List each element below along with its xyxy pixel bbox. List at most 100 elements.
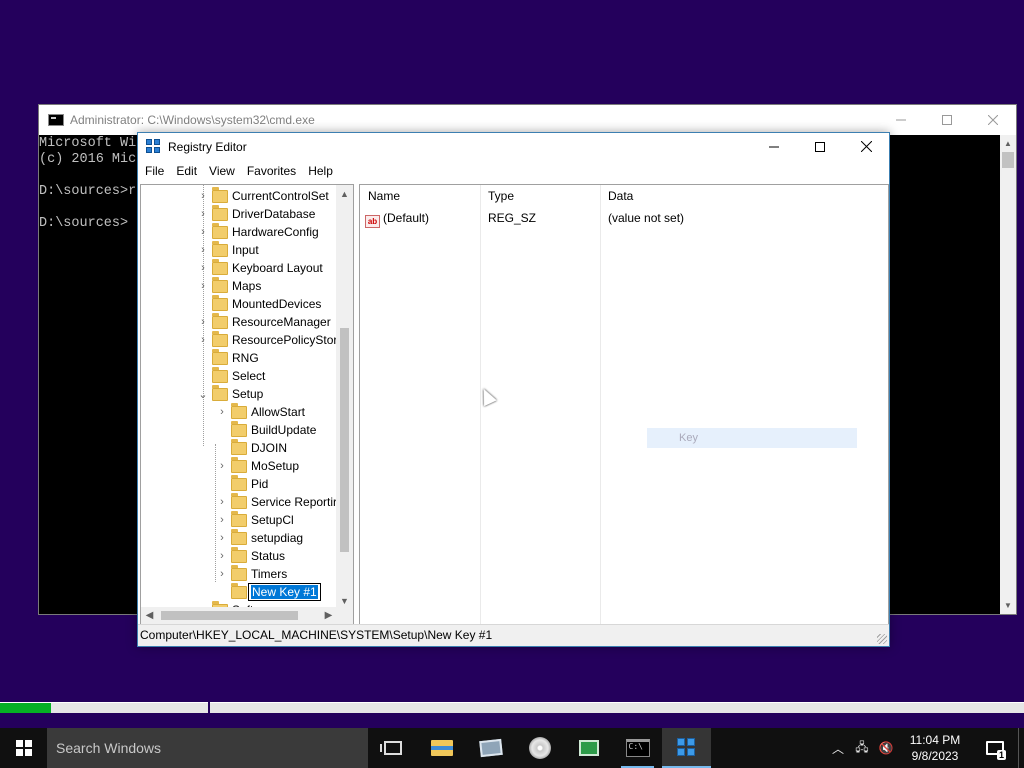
expand-chevron-icon[interactable]: › bbox=[216, 406, 228, 418]
tree-item[interactable]: › Status bbox=[216, 546, 285, 565]
action-center-button[interactable]: 1 bbox=[972, 728, 1018, 768]
tree-item[interactable]: Select bbox=[197, 366, 265, 385]
scroll-up-icon[interactable]: ▲ bbox=[1000, 135, 1016, 152]
tree-item[interactable]: › ResourcePolicyStor bbox=[197, 330, 337, 349]
cmd-minimize-button[interactable] bbox=[878, 105, 924, 135]
regedit-titlebar[interactable]: Registry Editor bbox=[138, 133, 889, 160]
task-view-button[interactable] bbox=[368, 728, 417, 768]
scroll-thumb[interactable] bbox=[1002, 152, 1014, 168]
tree-item[interactable]: › Timers bbox=[216, 564, 287, 583]
tree-item[interactable]: ⌄ Setup bbox=[197, 384, 263, 403]
expand-chevron-icon[interactable]: › bbox=[197, 262, 209, 274]
column-separator[interactable] bbox=[480, 185, 481, 625]
tree-item[interactable]: › setupdiag bbox=[216, 528, 303, 547]
regedit-close-button[interactable] bbox=[843, 133, 889, 160]
scroll-right-icon[interactable]: ▶ bbox=[320, 607, 337, 624]
expand-chevron-icon[interactable]: › bbox=[197, 280, 209, 292]
tree-item-label: RNG bbox=[232, 351, 259, 365]
registry-values-list[interactable]: Name Type Data ab (Default) REG_SZ (value… bbox=[359, 184, 889, 625]
tree-item-editing[interactable]: New Key #1 bbox=[216, 582, 321, 601]
progress-fill bbox=[0, 703, 52, 713]
disc-app-button[interactable] bbox=[515, 728, 564, 768]
tree-item[interactable]: BuildUpdate bbox=[216, 420, 316, 439]
tree-item[interactable]: › HardwareConfig bbox=[197, 222, 319, 241]
image-app-button[interactable] bbox=[466, 728, 515, 768]
show-desktop-button[interactable] bbox=[1018, 728, 1024, 768]
column-header-data[interactable]: Data bbox=[600, 185, 800, 208]
file-explorer-button[interactable] bbox=[417, 728, 466, 768]
expand-chevron-icon[interactable]: › bbox=[216, 568, 228, 580]
menu-view[interactable]: View bbox=[203, 160, 241, 182]
resize-grip-icon[interactable] bbox=[877, 634, 887, 644]
tree-item[interactable]: › DriverDatabase bbox=[197, 204, 315, 223]
column-separator[interactable] bbox=[600, 185, 601, 625]
tree-item[interactable]: › Service Reportir bbox=[216, 492, 337, 511]
expand-chevron-icon[interactable]: › bbox=[216, 460, 228, 472]
taskbar-clock[interactable]: 11:04 PM 9/8/2023 bbox=[898, 732, 972, 764]
expand-chevron-icon[interactable]: › bbox=[216, 496, 228, 508]
tree-item[interactable]: › ResourceManager bbox=[197, 312, 331, 331]
tray-overflow-chevron-icon[interactable]: ︿ bbox=[826, 740, 850, 757]
cmd-maximize-button[interactable] bbox=[924, 105, 970, 135]
taskbar: Search Windows C:\ ︿ 🖧 🔇 11:04 PM 9/8/20… bbox=[0, 728, 1024, 768]
registry-key-tree[interactable]: › CurrentControlSet › DriverDatabase › Hardwa… bbox=[140, 184, 354, 625]
network-icon[interactable]: 🖧 bbox=[850, 738, 874, 759]
expand-chevron-icon[interactable]: › bbox=[197, 208, 209, 220]
tree-item-label: Maps bbox=[232, 279, 262, 293]
tree-item[interactable]: › AllowStart bbox=[216, 402, 305, 421]
tree-item[interactable]: › CurrentControlSet bbox=[197, 186, 329, 205]
drag-ghost: Key bbox=[647, 428, 857, 448]
start-button[interactable] bbox=[0, 728, 47, 768]
expand-chevron-icon[interactable]: › bbox=[197, 316, 209, 328]
tree-item[interactable]: › SetupCl bbox=[216, 510, 294, 529]
menu-favorites[interactable]: Favorites bbox=[241, 160, 302, 182]
tree-item[interactable]: MountedDevices bbox=[197, 294, 321, 313]
cmd-titlebar[interactable]: Administrator: C:\Windows\system32\cmd.e… bbox=[39, 105, 1016, 135]
tree-item[interactable]: › Input bbox=[197, 240, 259, 259]
regedit-maximize-button[interactable] bbox=[797, 133, 843, 160]
cmd-close-button[interactable] bbox=[970, 105, 1016, 135]
tree-item[interactable]: DJOIN bbox=[216, 438, 287, 457]
cmd-vertical-scrollbar[interactable]: ▲ ▼ bbox=[1000, 135, 1016, 614]
scroll-thumb[interactable] bbox=[161, 611, 298, 620]
tree-item[interactable]: RNG bbox=[197, 348, 259, 367]
taskbar-search-box[interactable]: Search Windows bbox=[47, 728, 368, 768]
folder-icon bbox=[212, 222, 228, 239]
green-app-button[interactable] bbox=[564, 728, 613, 768]
volume-muted-icon[interactable]: 🔇 bbox=[874, 741, 898, 755]
regedit-taskbar-button[interactable] bbox=[662, 728, 711, 768]
expand-chevron-icon[interactable]: › bbox=[216, 550, 228, 562]
column-header-type[interactable]: Type bbox=[480, 185, 600, 208]
scroll-left-icon[interactable]: ◀ bbox=[141, 607, 158, 624]
collapse-chevron-icon[interactable]: ⌄ bbox=[197, 388, 209, 401]
registry-editor-window[interactable]: Registry Editor File Edit View Favorites… bbox=[137, 132, 890, 647]
regedit-minimize-button[interactable] bbox=[751, 133, 797, 160]
folder-icon bbox=[231, 492, 247, 509]
scroll-thumb[interactable] bbox=[340, 328, 349, 552]
expand-chevron-icon[interactable]: › bbox=[197, 244, 209, 256]
cmd-taskbar-button[interactable]: C:\ bbox=[613, 728, 662, 768]
menu-help[interactable]: Help bbox=[302, 160, 339, 182]
expand-chevron-icon[interactable]: › bbox=[197, 190, 209, 202]
list-item[interactable]: ab (Default) REG_SZ (value not set) bbox=[360, 209, 888, 228]
column-header-name[interactable]: Name bbox=[360, 185, 480, 208]
menu-file[interactable]: File bbox=[139, 160, 170, 182]
tree-vertical-scrollbar[interactable]: ▲ ▼ bbox=[336, 185, 353, 609]
scroll-up-icon[interactable]: ▲ bbox=[336, 185, 353, 202]
tree-item-label: DJOIN bbox=[251, 441, 287, 455]
tree-item[interactable]: Pid bbox=[216, 474, 268, 493]
rename-key-input[interactable]: New Key #1 bbox=[248, 583, 321, 601]
tree-item[interactable]: › MoSetup bbox=[216, 456, 299, 475]
expand-chevron-icon[interactable]: › bbox=[197, 226, 209, 238]
tree-horizontal-scrollbar[interactable]: ◀ ▶ bbox=[141, 607, 337, 624]
scroll-down-icon[interactable]: ▼ bbox=[1000, 597, 1016, 614]
tree-item[interactable]: › Maps bbox=[197, 276, 262, 295]
clock-time: 11:04 PM bbox=[909, 733, 961, 747]
expand-chevron-icon[interactable]: › bbox=[216, 514, 228, 526]
expand-chevron-icon[interactable]: › bbox=[197, 334, 209, 346]
value-data: (value not set) bbox=[608, 211, 685, 225]
tree-item[interactable]: › Keyboard Layout bbox=[197, 258, 323, 277]
cmd-title: Administrator: C:\Windows\system32\cmd.e… bbox=[70, 113, 315, 127]
menu-edit[interactable]: Edit bbox=[170, 160, 203, 182]
expand-chevron-icon[interactable]: › bbox=[216, 532, 228, 544]
